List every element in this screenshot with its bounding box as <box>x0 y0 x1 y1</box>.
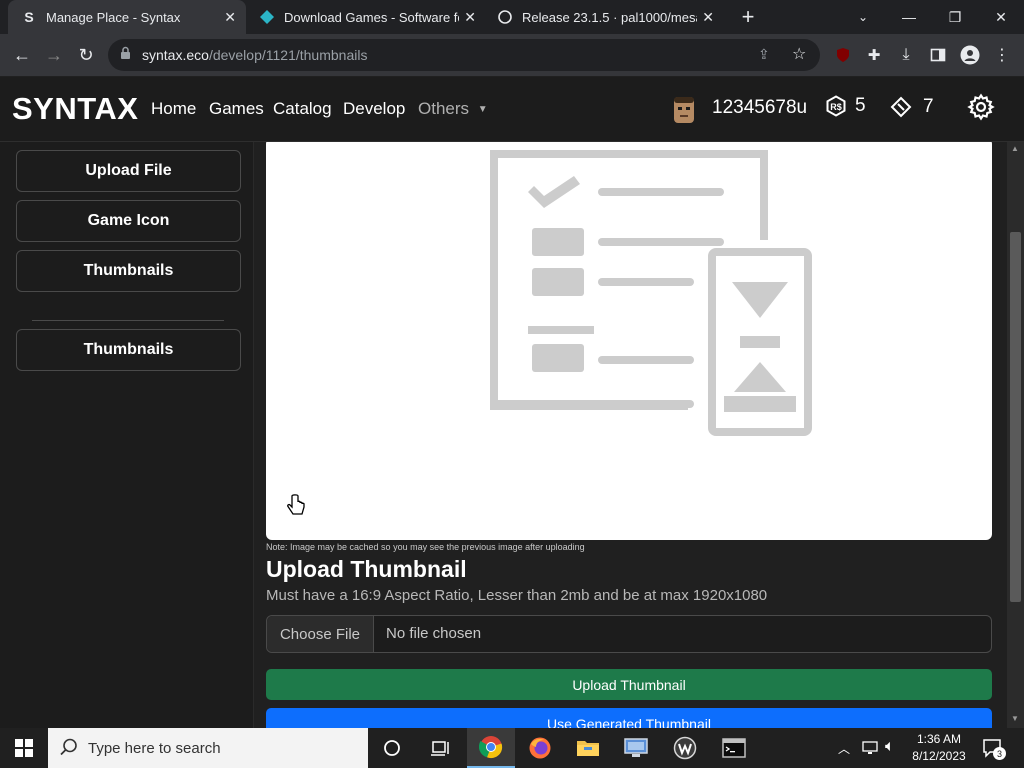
restore-button[interactable]: ❐ <box>932 0 978 34</box>
tab-title: Release 23.1.5 · pal1000/mesa-di <box>522 9 697 25</box>
mouse-cursor-hand-icon <box>286 494 306 523</box>
upload-thumbnail-heading: Upload Thumbnail <box>266 556 467 582</box>
command-prompt-icon[interactable] <box>710 728 758 768</box>
minimize-button[interactable]: — <box>886 0 932 34</box>
nav-others-dropdown[interactable]: Others ▼ <box>418 99 488 119</box>
search-icon <box>60 738 78 761</box>
share-icon[interactable]: ⇪ <box>758 46 770 63</box>
browser-tab-strip: S Manage Place - Syntax ✕ Download Games… <box>0 0 1024 34</box>
robux-icon: R$ <box>825 95 847 117</box>
network-icon[interactable] <box>862 740 880 761</box>
sidebar: Upload File Game Icon Thumbnails Thumbna… <box>0 142 254 728</box>
profile-avatar-icon[interactable] <box>957 42 983 68</box>
windows-taskbar: Type here to search ︿ 🔈︎ 1:36 AM 8/12/20… <box>0 728 1024 768</box>
site-logo[interactable]: SYNTAX <box>12 91 138 127</box>
menu-kebab-icon[interactable]: ⋮ <box>989 42 1015 68</box>
extensions-puzzle-icon[interactable]: ✚ <box>861 42 887 68</box>
thumbnail-preview <box>266 142 992 540</box>
main-content: Note: Image may be cached so you may see… <box>254 142 1007 728</box>
sidebar-item-upload-file[interactable]: Upload File <box>16 150 241 192</box>
site-navbar: SYNTAX Home Games Catalog Develop Others… <box>0 77 1024 142</box>
file-status-text: No file chosen <box>386 625 482 642</box>
pending-review-placeholder-icon <box>490 150 812 436</box>
lock-icon <box>120 46 131 65</box>
new-tab-button[interactable]: + <box>734 4 762 30</box>
ticket-icon <box>889 95 913 119</box>
upload-requirements-text: Must have a 16:9 Aspect Ratio, Lesser th… <box>266 587 768 604</box>
system-clock[interactable]: 1:36 AM 8/12/2023 <box>908 731 970 765</box>
volume-icon[interactable]: 🔈︎ <box>885 738 895 756</box>
notification-center-icon[interactable]: 3 <box>982 738 1006 763</box>
file-input[interactable]: Choose File No file chosen <box>266 615 992 653</box>
scrollbar-thumb[interactable] <box>1010 232 1021 602</box>
cache-note: Note: Image may be cached so you may see… <box>266 542 585 552</box>
clock-date: 8/12/2023 <box>912 749 966 763</box>
tab-title: Manage Place - Syntax <box>46 9 181 25</box>
settings-gear-icon[interactable] <box>967 93 995 126</box>
tab-title: Download Games - Software for <box>284 9 459 25</box>
sidebar-item-game-icon[interactable]: Game Icon <box>16 200 241 242</box>
close-tab-icon[interactable]: ✕ <box>464 9 476 26</box>
github-favicon-icon <box>498 10 512 24</box>
nav-others-label: Others <box>418 99 470 118</box>
nav-catalog[interactable]: Catalog <box>273 99 332 119</box>
close-window-button[interactable]: ✕ <box>978 0 1024 34</box>
svg-text:R$: R$ <box>830 102 842 112</box>
ublock-extension-icon[interactable] <box>830 42 856 68</box>
tab-release[interactable]: Release 23.1.5 · pal1000/mesa-di ✕ <box>486 0 724 34</box>
chrome-taskbar-icon[interactable] <box>467 728 515 768</box>
wolf-app-taskbar-icon[interactable] <box>661 728 709 768</box>
robux-balance[interactable]: R$ 5 <box>825 95 866 117</box>
tickets-balance[interactable]: 7 <box>889 95 934 119</box>
sidebar-item-thumbnails[interactable]: Thumbnails <box>16 250 241 292</box>
diamond-favicon-icon <box>260 10 274 24</box>
bookmark-star-icon[interactable]: ☆ <box>792 44 806 64</box>
user-avatar[interactable] <box>670 95 698 125</box>
sidebar-divider <box>32 320 224 321</box>
search-placeholder: Type here to search <box>88 740 221 757</box>
url-text: syntax.eco/develop/1121/thumbnails <box>142 47 368 63</box>
syntax-favicon-icon: S <box>24 9 34 25</box>
nav-games[interactable]: Games <box>209 99 264 119</box>
clock-time: 1:36 AM <box>916 732 962 746</box>
firefox-taskbar-icon[interactable] <box>516 728 564 768</box>
page-scrollbar[interactable]: ▲ ▼ <box>1007 142 1024 728</box>
notification-count-badge: 3 <box>993 747 1006 760</box>
use-generated-thumbnail-button[interactable]: Use Generated Thumbnail <box>266 708 992 728</box>
scroll-up-arrow-icon[interactable]: ▲ <box>1011 144 1019 153</box>
close-tab-icon[interactable]: ✕ <box>224 9 236 26</box>
tab-download-games[interactable]: Download Games - Software for ✕ <box>248 0 486 34</box>
sidebar-item-thumbnails-secondary[interactable]: Thumbnails <box>16 329 241 371</box>
file-explorer-icon[interactable] <box>564 728 612 768</box>
choose-file-button[interactable]: Choose File <box>267 616 374 652</box>
scroll-down-arrow-icon[interactable]: ▼ <box>1011 714 1019 723</box>
upload-thumbnail-button[interactable]: Upload Thumbnail <box>266 669 992 700</box>
tickets-count: 7 <box>923 96 934 117</box>
caret-down-icon: ▼ <box>477 104 488 115</box>
back-button[interactable]: ← <box>8 41 36 69</box>
forward-button[interactable]: → <box>40 41 68 69</box>
tab-manage-place[interactable]: S Manage Place - Syntax ✕ <box>8 0 246 34</box>
browser-toolbar: ← → ↻ syntax.eco/develop/1121/thumbnails… <box>0 34 1024 76</box>
windows-start-icon[interactable] <box>0 728 48 768</box>
task-view-icon[interactable] <box>416 728 464 768</box>
nav-develop[interactable]: Develop <box>343 99 405 119</box>
address-bar[interactable]: syntax.eco/develop/1121/thumbnails ⇪ ☆ <box>108 39 820 71</box>
download-icon[interactable]: ⤓ <box>893 42 919 68</box>
tab-search-icon[interactable]: ⌄ <box>840 0 886 34</box>
close-tab-icon[interactable]: ✕ <box>702 9 714 26</box>
taskbar-search-box[interactable]: Type here to search <box>48 728 368 768</box>
robux-count: 5 <box>855 95 866 116</box>
reload-button[interactable]: ↻ <box>72 41 100 69</box>
show-hidden-icons-chevron-icon[interactable]: ︿ <box>838 740 850 757</box>
cortana-icon[interactable] <box>368 728 416 768</box>
side-panel-icon[interactable] <box>925 42 951 68</box>
nav-home[interactable]: Home <box>151 99 196 119</box>
username[interactable]: 12345678u <box>712 97 807 119</box>
control-panel-icon[interactable] <box>612 728 660 768</box>
